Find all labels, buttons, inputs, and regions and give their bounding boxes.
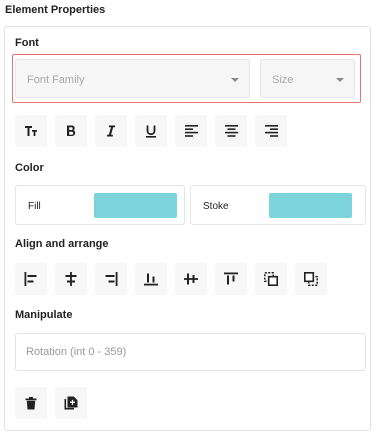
duplicate-icon [64,396,78,410]
align-vertical-center-button[interactable] [175,263,207,295]
send-backward-button[interactable] [255,263,287,295]
align-left-edges-button[interactable] [15,263,47,295]
chevron-down-icon [336,78,344,82]
duplicate-button[interactable] [55,387,87,419]
underline-icon [146,125,156,138]
align-horizontal-center-button[interactable] [55,263,87,295]
stroke-color-swatch[interactable] [269,193,352,218]
properties-panel: Font Font Family Size Color Fill Stoke A… [4,26,371,431]
chevron-down-icon [231,78,239,82]
page-title: Element Properties [5,4,106,16]
fill-label: Fill [28,201,41,212]
align-bottom-edges-icon [144,273,158,286]
font-size-select[interactable]: Size [260,59,355,98]
bring-forward-icon [304,272,318,286]
fill-color-field: Fill [15,185,185,225]
font-size-placeholder: Size [272,74,294,86]
align-left-button[interactable] [175,115,207,147]
align-vertical-center-icon [184,273,198,285]
font-family-placeholder: Font Family [27,74,85,86]
font-family-select[interactable]: Font Family [15,59,250,98]
stroke-color-field: Stoke [190,185,366,225]
align-left-edges-icon [24,272,37,286]
align-left-icon [184,125,198,137]
align-bottom-edges-button[interactable] [135,263,167,295]
italic-icon [107,125,115,137]
bring-forward-button[interactable] [295,263,327,295]
align-right-icon [264,125,278,137]
bold-icon [67,125,76,136]
underline-button[interactable] [135,115,167,147]
rotation-input[interactable] [15,333,366,371]
fill-color-swatch[interactable] [94,193,177,218]
stroke-label: Stoke [203,201,229,212]
align-right-button[interactable] [255,115,287,147]
text-size-button[interactable] [15,115,47,147]
delete-button[interactable] [15,387,47,419]
italic-button[interactable] [95,115,127,147]
align-top-edges-icon [224,272,238,285]
align-center-button[interactable] [215,115,247,147]
align-right-edges-icon [105,272,118,286]
arrange-section-label: Align and arrange [15,238,109,250]
delete-icon [25,396,37,409]
align-right-edges-button[interactable] [95,263,127,295]
align-top-edges-button[interactable] [215,263,247,295]
text-size-icon [25,126,37,136]
manipulate-section-label: Manipulate [15,309,73,321]
send-backward-icon [264,272,278,286]
align-center-icon [224,125,238,137]
font-section-label: Font [15,37,39,49]
bold-button[interactable] [55,115,87,147]
align-horizontal-center-icon [65,272,77,286]
color-section-label: Color [15,162,44,174]
